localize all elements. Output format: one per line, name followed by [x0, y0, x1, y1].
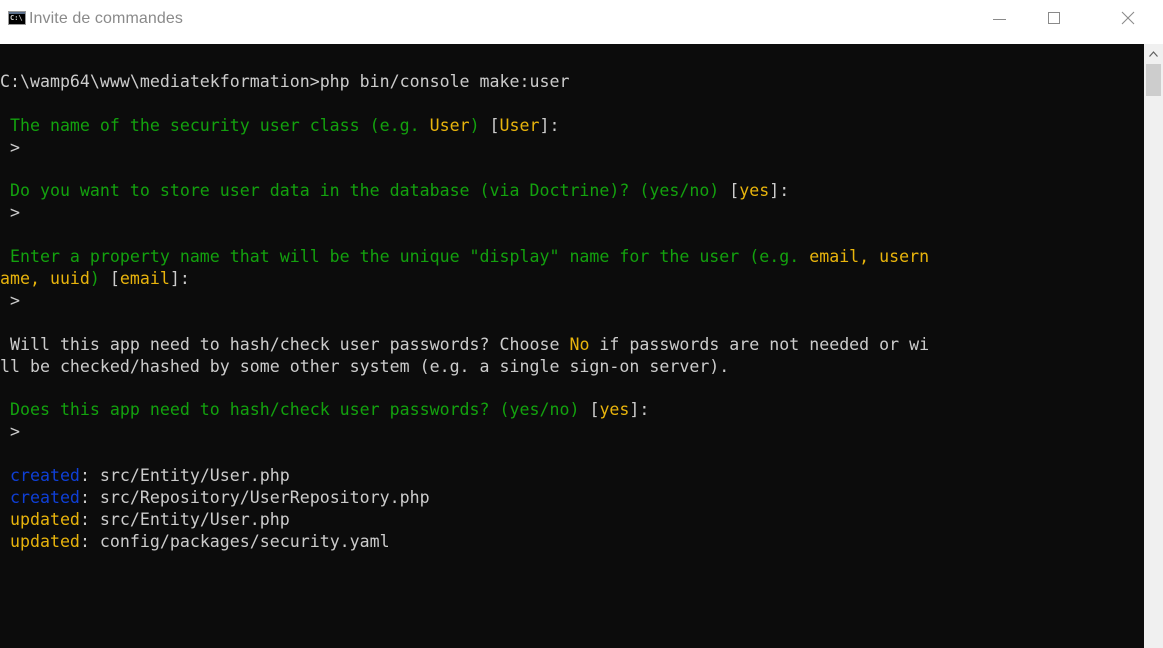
minimize-button[interactable]: [976, 0, 1022, 36]
console-line: The name of the security user class (e.g…: [0, 115, 1144, 137]
console-line: created: src/Entity/User.php: [0, 465, 1144, 487]
minimize-icon: [992, 18, 1006, 20]
console-text: yes: [739, 181, 770, 201]
console-text: : src/Entity/User.php: [79, 466, 290, 486]
console-text: >: [0, 290, 20, 310]
console-text: email: [119, 269, 170, 289]
console-text: ): [469, 115, 490, 135]
console-text: created: [0, 487, 80, 507]
console-text: ]:: [169, 269, 190, 289]
scroll-up-button[interactable]: [1144, 44, 1163, 63]
console-text: [: [489, 115, 500, 135]
title-bar[interactable]: C:\ Invite de commandes: [0, 0, 1163, 44]
maximize-icon: [1048, 12, 1060, 24]
console-text: Do you want to store user data in the da…: [0, 181, 730, 201]
console-output[interactable]: C:\wamp64\www\mediatekformation>php bin/…: [0, 44, 1144, 648]
console-line: Will this app need to hash/check user pa…: [0, 334, 1144, 356]
chevron-up-icon: [1149, 50, 1158, 57]
console-text: ame, uuid: [0, 269, 90, 289]
command-prompt-window: C:\ Invite de commandes C:\wamp64\www\me…: [0, 0, 1163, 648]
console-text: ]:: [539, 115, 560, 135]
close-icon: [1121, 11, 1135, 25]
console-text: >: [0, 422, 20, 442]
console-text: User: [429, 115, 470, 135]
console-line: Do you want to store user data in the da…: [0, 180, 1144, 202]
console-line: >: [0, 137, 1144, 159]
console-text: : config/packages/security.yaml: [79, 531, 390, 551]
console-text: User: [499, 115, 540, 135]
console-text: ]:: [629, 400, 650, 420]
console-line: updated: src/Entity/User.php: [0, 509, 1144, 531]
app-icon-label: C:\: [10, 14, 23, 22]
console-text: updated: [0, 531, 80, 551]
console-app-icon[interactable]: C:\: [8, 11, 26, 25]
console-text: Does this app need to hash/check user pa…: [0, 400, 590, 420]
vertical-scrollbar[interactable]: [1144, 44, 1163, 648]
console-text: [: [109, 269, 120, 289]
console-text: : src/Repository/UserRepository.php: [79, 487, 430, 507]
console-line: >: [0, 421, 1144, 443]
console-text: Will this app need to hash/check user pa…: [0, 334, 570, 354]
console-line: Enter a property name that will be the u…: [0, 246, 1144, 268]
console-text: The name of the security user class (e.g…: [0, 115, 430, 135]
console-text: yes: [599, 400, 630, 420]
console-line: Does this app need to hash/check user pa…: [0, 399, 1144, 421]
console-line: >: [0, 202, 1144, 224]
console-line: ame, uuid) [email]:: [0, 268, 1144, 290]
console-text: ll be checked/hashed by some other syste…: [0, 356, 730, 376]
maximize-button[interactable]: [1031, 0, 1077, 36]
window-title: Invite de commandes: [29, 10, 183, 27]
console-text: Enter a property name that will be the u…: [0, 247, 810, 267]
console-line: updated: config/packages/security.yaml: [0, 531, 1144, 553]
console-text: ]:: [769, 181, 790, 201]
console-text: updated: [0, 509, 80, 529]
console-line: >: [0, 290, 1144, 312]
console-text: : src/Entity/User.php: [79, 509, 290, 529]
console-text: email, usern: [809, 247, 930, 267]
console-text: if passwords are not needed or wi: [589, 334, 930, 354]
console-text: ): [89, 269, 110, 289]
console-text: C:\wamp64\www\mediatekformation>php bin/…: [0, 72, 570, 91]
console-line: created: src/Repository/UserRepository.p…: [0, 487, 1144, 509]
scroll-thumb[interactable]: [1146, 64, 1161, 96]
close-button[interactable]: [1105, 0, 1151, 36]
console-text: >: [0, 137, 20, 157]
console-text: >: [0, 203, 20, 223]
console-text: created: [0, 466, 80, 486]
console-text: [: [729, 181, 740, 201]
console-line: ll be checked/hashed by some other syste…: [0, 356, 1144, 378]
console-text: No: [569, 334, 590, 354]
console-line: C:\wamp64\www\mediatekformation>php bin/…: [0, 71, 1144, 93]
console-text: [: [589, 400, 600, 420]
